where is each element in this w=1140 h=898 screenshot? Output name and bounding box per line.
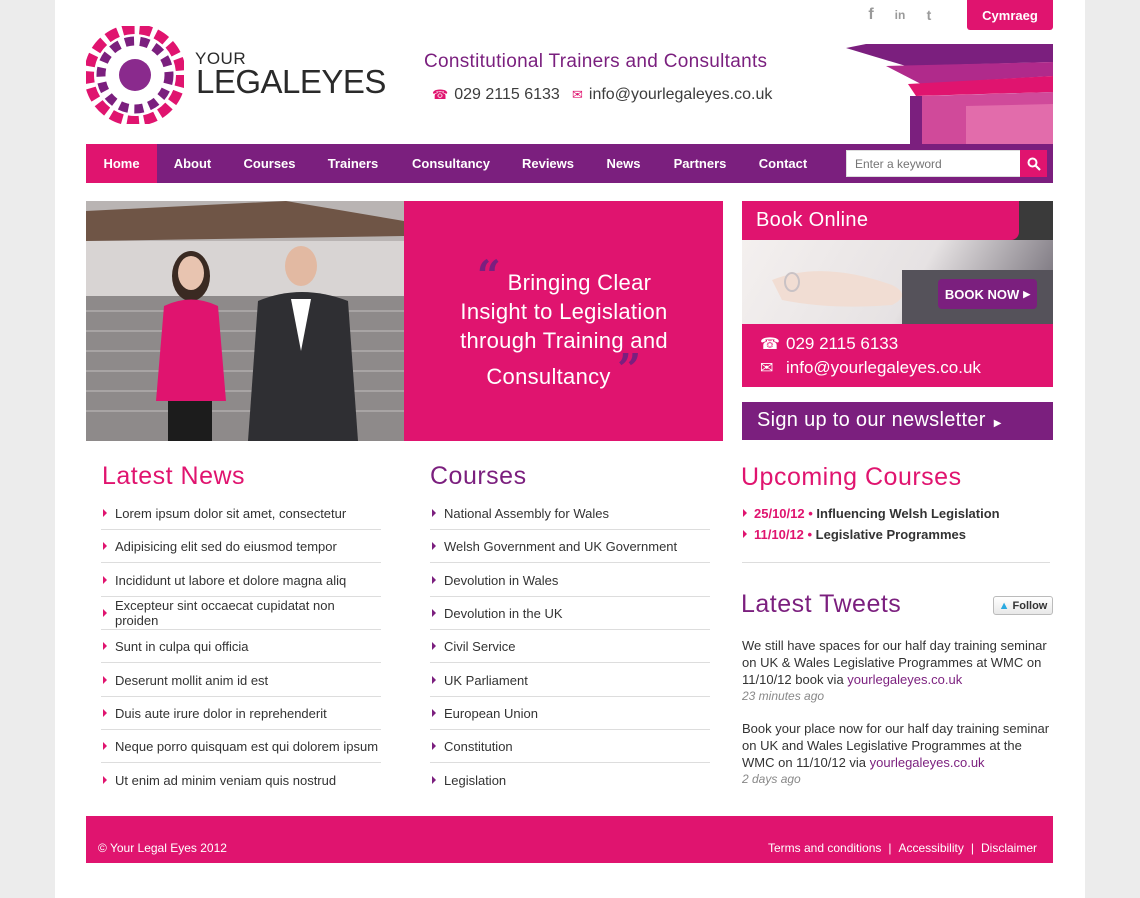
book-email[interactable]: ✉ info@yourlegaleyes.co.uk <box>760 358 981 378</box>
phone-icon: ☎ <box>760 336 780 353</box>
disclaimer-link[interactable]: Disclaimer <box>981 841 1037 855</box>
news-item[interactable]: Adipisicing elit sed do eiusmod tempor <box>101 530 381 563</box>
book-contact-panel: ☎ 029 2115 6133 ✉ info@yourlegaleyes.co.uk <box>742 324 1053 387</box>
tweet-text: We still have spaces for our half day tr… <box>742 638 1047 687</box>
latest-tweets-title: Latest Tweets <box>741 590 902 618</box>
search-input[interactable] <box>846 150 1021 177</box>
arrow-icon <box>743 530 747 538</box>
nav-reviews[interactable]: Reviews <box>507 144 589 183</box>
latest-news-title: Latest News <box>102 462 246 490</box>
course-item[interactable]: Welsh Government and UK Government <box>430 530 710 563</box>
quote-open-mark: “ <box>476 251 502 300</box>
search-icon <box>1027 157 1041 171</box>
footer: © Your Legal Eyes 2012 Terms and conditi… <box>86 816 1053 863</box>
linkedin-icon[interactable]: in <box>892 6 908 24</box>
copyright: © Your Legal Eyes 2012 <box>98 841 227 855</box>
book-now-button[interactable]: BOOK NOW ▶ <box>938 279 1037 309</box>
divider <box>742 562 1050 563</box>
news-item[interactable]: Sunt in culpa qui officia <box>101 630 381 663</box>
mail-icon: ✉ <box>760 360 774 377</box>
course-item[interactable]: Civil Service <box>430 630 710 663</box>
news-item[interactable]: Ut enim ad minim veniam quis nostrud <box>101 764 381 797</box>
hero-photo <box>86 201 404 441</box>
tweet-text: Book your place now for our half day tra… <box>742 721 1050 770</box>
tweet-time: 23 minutes ago <box>742 689 825 703</box>
news-item[interactable]: Deserunt mollit anim id est <box>101 664 381 697</box>
nav-trainers[interactable]: Trainers <box>311 144 395 183</box>
nav-partners[interactable]: Partners <box>658 144 742 183</box>
nav-consultancy[interactable]: Consultancy <box>395 144 507 183</box>
book-phone: ☎ 029 2115 6133 <box>760 334 899 353</box>
tweet-time: 2 days ago <box>742 772 801 786</box>
upcoming-course-item[interactable]: 25/10/12 • Influencing Welsh Legislation <box>754 506 1000 521</box>
search-button[interactable] <box>1020 150 1047 177</box>
footer-links: Terms and conditions | Accessibility | D… <box>768 841 1037 855</box>
quote-close-mark: ” <box>617 345 642 394</box>
book-online-title: Book Online <box>742 201 1019 240</box>
news-item[interactable]: Neque porro quisquam est qui dolorem ips… <box>101 730 381 763</box>
nav-about[interactable]: About <box>157 144 228 183</box>
header-email[interactable]: ✉ info@yourlegaleyes.co.uk <box>572 86 772 104</box>
tagline: Constitutional Trainers and Consultants <box>424 51 768 72</box>
separator: | <box>970 841 974 855</box>
news-item[interactable]: Excepteur sint occaecat cupidatat non pr… <box>101 597 381 630</box>
separator: | <box>888 841 892 855</box>
logo-mark[interactable] <box>86 26 184 124</box>
nav-contact[interactable]: Contact <box>742 144 824 183</box>
course-item[interactable]: European Union <box>430 697 710 730</box>
twitter-bird-icon: ▲ <box>998 599 1010 612</box>
course-item[interactable]: Devolution in Wales <box>430 564 710 597</box>
logo-text-main: LEGALEYES <box>196 63 386 100</box>
nav-home[interactable]: Home <box>86 144 157 183</box>
header-graphic <box>846 44 1053 144</box>
mail-icon: ✉ <box>572 87 583 102</box>
phone-icon: ☎ <box>432 87 449 102</box>
facebook-icon[interactable]: f <box>864 6 878 24</box>
tweet-link[interactable]: yourlegaleyes.co.uk <box>870 755 985 770</box>
terms-link[interactable]: Terms and conditions <box>768 841 881 855</box>
accessibility-link[interactable]: Accessibility <box>899 841 964 855</box>
hero-quote: “ Bringing Clear Insight to Legislation … <box>460 251 668 394</box>
newsletter-signup-button[interactable]: Sign up to our newsletter ▶ <box>742 402 1053 440</box>
upcoming-courses-title: Upcoming Courses <box>741 463 962 491</box>
twitter-icon[interactable]: t <box>921 6 937 24</box>
news-item[interactable]: Lorem ipsum dolor sit amet, consectetur <box>101 497 381 530</box>
nav-news[interactable]: News <box>589 144 658 183</box>
news-item[interactable]: Duis aute irure dolor in reprehenderit <box>101 697 381 730</box>
tweet-link[interactable]: yourlegaleyes.co.uk <box>847 672 962 687</box>
course-item[interactable]: National Assembly for Wales <box>430 497 710 530</box>
arrow-icon <box>743 509 747 517</box>
news-item[interactable]: Incididunt ut labore et dolore magna ali… <box>101 564 381 597</box>
twitter-follow-button[interactable]: ▲ Follow <box>993 596 1053 615</box>
courses-title: Courses <box>430 462 527 490</box>
course-item[interactable]: UK Parliament <box>430 664 710 697</box>
upcoming-course-item[interactable]: 11/10/12 • Legislative Programmes <box>754 527 966 542</box>
course-item[interactable]: Legislation <box>430 764 710 797</box>
nav-courses[interactable]: Courses <box>228 144 311 183</box>
course-item[interactable]: Constitution <box>430 730 710 763</box>
course-item[interactable]: Devolution in the UK <box>430 597 710 630</box>
header-phone: ☎ 029 2115 6133 <box>432 86 560 103</box>
language-button[interactable]: Cymraeg <box>967 0 1053 30</box>
